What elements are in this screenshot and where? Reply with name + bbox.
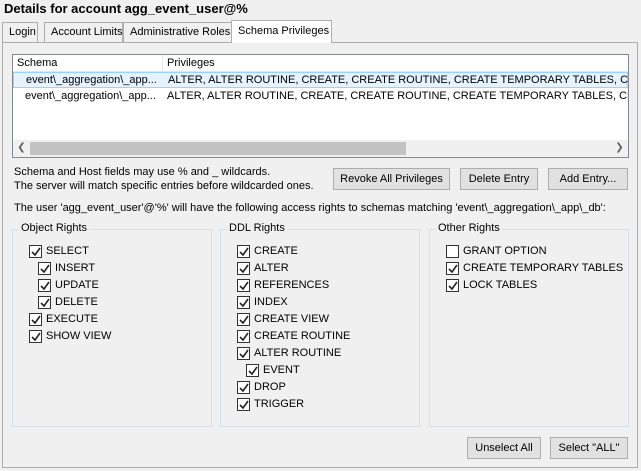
- tab-bar: Login Account Limits Administrative Role…: [2, 20, 639, 43]
- checkbox-label: UPDATE: [55, 279, 99, 291]
- checkbox-box[interactable]: [237, 330, 250, 343]
- list-row[interactable]: event\_aggregation\_app... ALTER, ALTER …: [13, 89, 628, 105]
- checkbox-box[interactable]: [446, 245, 459, 258]
- window-title: Details for account agg_event_user@%: [4, 1, 248, 16]
- checkbox-label: INDEX: [254, 296, 288, 308]
- check-icon: [239, 298, 249, 308]
- ddl-rights-group: DDL Rights CREATE ALTER REFERENCES INDEX CRE…: [220, 222, 420, 427]
- checkbox-box[interactable]: [237, 313, 250, 326]
- access-rights-description: The user 'agg_event_user'@'%' will have …: [14, 202, 606, 214]
- checkbox-label: DROP: [254, 381, 286, 393]
- row-schema: event\_aggregation\_app...: [25, 90, 156, 102]
- match-info: The server will match specific entries b…: [14, 180, 314, 192]
- checkbox-label: TRIGGER: [254, 398, 305, 410]
- delete-entry-button[interactable]: Delete Entry: [460, 168, 538, 190]
- list-row[interactable]: event\_aggregation\_app... ALTER, ALTER …: [13, 72, 628, 88]
- checkbox-box[interactable]: [237, 347, 250, 360]
- checkbox-box[interactable]: [446, 279, 459, 292]
- tab-account-limits[interactable]: Account Limits: [44, 22, 123, 42]
- check-icon: [40, 281, 50, 291]
- group-title: DDL Rights: [227, 222, 287, 234]
- column-header-privileges[interactable]: Privileges: [163, 55, 628, 72]
- checkbox-box[interactable]: [237, 245, 250, 258]
- check-icon: [239, 332, 249, 342]
- check-icon: [248, 366, 258, 376]
- check-icon: [239, 383, 249, 393]
- check-icon: [239, 400, 249, 410]
- checkbox-label: ALTER: [254, 262, 289, 274]
- checkbox-label: CREATE TEMPORARY TABLES: [463, 262, 624, 274]
- revoke-all-privileges-button[interactable]: Revoke All Privileges: [333, 168, 450, 190]
- check-icon: [40, 264, 50, 274]
- checkbox-box[interactable]: [237, 296, 250, 309]
- check-icon: [40, 298, 50, 308]
- check-icon: [239, 349, 249, 359]
- checkbox-label: DELETE: [55, 296, 98, 308]
- checkbox-label: ALTER ROUTINE: [254, 347, 342, 359]
- checkbox-label: EVENT: [263, 364, 300, 376]
- other-rights-group: Other Rights GRANT OPTION CREATE TEMPORAR…: [429, 222, 629, 427]
- checkbox-box[interactable]: [38, 279, 51, 292]
- checkbox-box[interactable]: [29, 330, 42, 343]
- checkbox-label: CREATE VIEW: [254, 313, 329, 325]
- checkbox-label: CREATE ROUTINE: [254, 330, 351, 342]
- scroll-right-icon[interactable]: ❯: [611, 140, 628, 157]
- check-icon: [239, 281, 249, 291]
- check-icon: [239, 264, 249, 274]
- checkbox-label: REFERENCES: [254, 279, 330, 291]
- check-icon: [448, 264, 458, 274]
- scroll-left-icon[interactable]: ❮: [13, 140, 30, 157]
- add-entry-button[interactable]: Add Entry...: [548, 168, 628, 190]
- checkbox-box[interactable]: [237, 279, 250, 292]
- check-icon: [31, 247, 41, 257]
- select-all-button[interactable]: Select "ALL": [550, 437, 628, 459]
- checkbox-box[interactable]: [29, 313, 42, 326]
- checkbox-box[interactable]: [246, 364, 259, 377]
- schema-privileges-list[interactable]: Schema Privileges event\_aggregation\_ap…: [12, 54, 629, 158]
- checkbox-box[interactable]: [446, 262, 459, 275]
- row-schema: event\_aggregation\_app...: [26, 74, 157, 86]
- checkbox-box[interactable]: [29, 245, 42, 258]
- scrollbar-thumb[interactable]: [30, 142, 406, 155]
- checkbox-label: GRANT OPTION: [463, 245, 547, 257]
- checkbox-box[interactable]: [38, 262, 51, 275]
- checkbox-box[interactable]: [38, 296, 51, 309]
- group-title: Object Rights: [19, 222, 90, 234]
- check-icon: [448, 281, 458, 291]
- wildcard-info: Schema and Host fields may use % and _ w…: [14, 166, 271, 178]
- checkbox-box[interactable]: [237, 398, 250, 411]
- horizontal-scrollbar[interactable]: ❮ ❯: [13, 140, 628, 157]
- checkbox-label: LOCK TABLES: [463, 279, 538, 291]
- object-rights-group: Object Rights SELECT INSERT UPDATE DELETE EX…: [12, 222, 212, 427]
- row-privileges: ALTER, ALTER ROUTINE, CREATE, CREATE ROU…: [168, 74, 629, 86]
- checkbox-label: SELECT: [46, 245, 89, 257]
- row-privileges: ALTER, ALTER ROUTINE, CREATE, CREATE ROU…: [167, 90, 629, 102]
- checkbox-box[interactable]: [237, 381, 250, 394]
- checkbox-label: SHOW VIEW: [46, 330, 112, 342]
- unselect-all-button[interactable]: Unselect All: [467, 437, 541, 459]
- checkbox-label: INSERT: [55, 262, 96, 274]
- check-icon: [31, 332, 41, 342]
- list-header: Schema Privileges: [13, 55, 628, 72]
- check-icon: [239, 247, 249, 257]
- column-header-schema[interactable]: Schema: [13, 55, 163, 72]
- tab-schema-privileges[interactable]: Schema Privileges: [231, 20, 332, 43]
- check-icon: [239, 315, 249, 325]
- check-icon: [31, 315, 41, 325]
- tab-administrative-roles[interactable]: Administrative Roles: [123, 22, 232, 42]
- group-title: Other Rights: [436, 222, 502, 234]
- checkbox-label: CREATE: [254, 245, 298, 257]
- checkbox-label: EXECUTE: [46, 313, 98, 325]
- tab-login[interactable]: Login: [2, 22, 38, 42]
- checkbox-box[interactable]: [237, 262, 250, 275]
